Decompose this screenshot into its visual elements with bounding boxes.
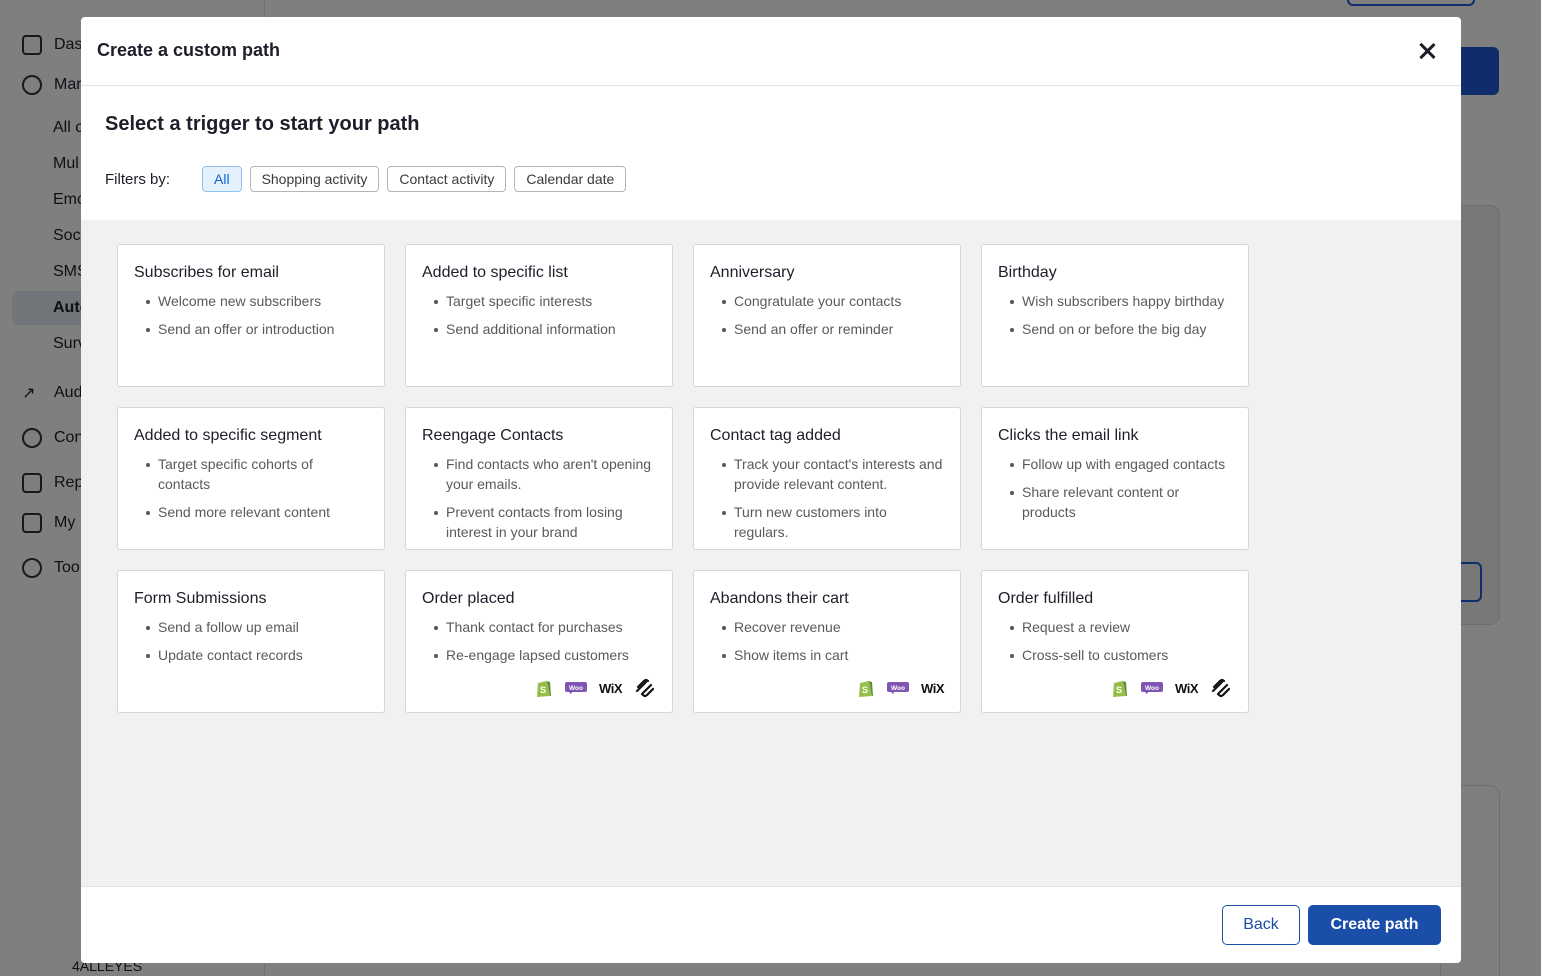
modal-footer: Back Create path — [81, 886, 1461, 963]
trigger-card-bullet: Turn new customers into regulars. — [710, 502, 944, 542]
trigger-card-bullet: Congratulate your contacts — [710, 291, 944, 311]
trigger-card-bullet: Target specific cohorts of contacts — [134, 454, 368, 494]
woo-text: Woo — [569, 685, 583, 692]
back-button[interactable]: Back — [1222, 905, 1300, 945]
trigger-subheading: Select a trigger to start your path — [105, 113, 420, 135]
trigger-card-bullet: Thank contact for purchases — [422, 617, 656, 637]
trigger-card-title: Birthday — [998, 264, 1057, 281]
trigger-card-bullets: Welcome new subscribers Send an offer or … — [134, 291, 368, 339]
trigger-card-bullets: Find contacts who aren't opening your em… — [422, 454, 656, 542]
wix-text: WiX — [1175, 680, 1198, 696]
wix-icon: WiX — [599, 678, 622, 698]
woo-icon: Woo — [1141, 678, 1164, 698]
trigger-card-title: Form Submissions — [134, 590, 267, 607]
trigger-card-bullet: Follow up with engaged contacts — [998, 454, 1232, 474]
wix-icon: WiX — [921, 678, 944, 698]
trigger-card-bullet: Re-engage lapsed customers — [422, 645, 656, 665]
svg-text:S: S — [1116, 685, 1122, 695]
trigger-card-bullet: Find contacts who aren't opening your em… — [422, 454, 656, 494]
trigger-card-bullets: Wish subscribers happy birthday Send on o… — [998, 291, 1232, 339]
trigger-card-bullet: Send an offer or reminder — [710, 319, 944, 339]
svg-text:S: S — [862, 685, 868, 695]
trigger-card-bullet: Send additional information — [422, 319, 656, 339]
filter-chip-all[interactable]: All — [202, 166, 242, 192]
create-path-button[interactable]: Create path — [1308, 905, 1441, 945]
filter-chip-calendar-date[interactable]: Calendar date — [514, 166, 627, 192]
shopify-icon: S — [1111, 678, 1129, 698]
trigger-card-title: Abandons their cart — [710, 590, 849, 607]
trigger-card-title: Order fulfilled — [998, 590, 1094, 607]
trigger-card-bullets: Target specific cohorts of contacts Send … — [134, 454, 368, 522]
trigger-card-bullet: Send more relevant content — [134, 502, 368, 522]
trigger-card-bullet: Request a review — [998, 617, 1232, 637]
trigger-card-added-to-specific-list[interactable]: Added to specific list Target specific in… — [405, 244, 673, 387]
trigger-card-order-fulfilled[interactable]: Order fulfilled Request a review Cross-sel… — [981, 570, 1249, 713]
wix-text: WiX — [921, 680, 944, 696]
trigger-card-bullet: Show items in cart — [710, 645, 944, 665]
trigger-card-bullets: Thank contact for purchases Re-engage lap… — [422, 617, 656, 665]
woo-text: Woo — [1145, 685, 1159, 692]
trigger-grid-area: Subscribes for email Welcome new subscrib… — [81, 220, 1461, 886]
filter-chip-shopping-activity[interactable]: Shopping activity — [249, 166, 380, 192]
trigger-card-anniversary[interactable]: Anniversary Congratulate your contacts Sen… — [693, 244, 961, 387]
trigger-card-title: Contact tag added — [710, 427, 841, 444]
custom-path-modal: Create a custom path Select a trigger to… — [81, 17, 1461, 963]
trigger-card-bullet: Cross-sell to customers — [998, 645, 1232, 665]
trigger-card-title: Reengage Contacts — [422, 427, 564, 444]
trigger-card-added-to-specific-segment[interactable]: Added to specific segment Target specific… — [117, 407, 385, 550]
trigger-card-bullet: Send a follow up email — [134, 617, 368, 637]
trigger-card-bullet: Target specific interests — [422, 291, 656, 311]
woo-icon: Woo — [565, 678, 588, 698]
trigger-card-bullets: Recover revenue Show items in cart — [710, 617, 944, 665]
trigger-card-abandons-their-cart[interactable]: Abandons their cart Recover revenue Show i… — [693, 570, 961, 713]
trigger-card-title: Added to specific list — [422, 264, 568, 281]
woo-text: Woo — [891, 685, 905, 692]
trigger-card-birthday[interactable]: Birthday Wish subscribers happy birthday S… — [981, 244, 1249, 387]
trigger-card-form-submissions[interactable]: Form Submissions Send a follow up email Up… — [117, 570, 385, 713]
trigger-card-bullet: Prevent contacts from losing interest in… — [422, 502, 656, 542]
wix-text: WiX — [599, 680, 622, 696]
trigger-card-bullet: Send on or before the big day — [998, 319, 1232, 339]
squarespace-icon — [634, 678, 656, 698]
trigger-card-bullet: Recover revenue — [710, 617, 944, 637]
shopify-icon: S — [857, 678, 875, 698]
filter-chip-contact-activity[interactable]: Contact activity — [387, 166, 507, 192]
squarespace-icon — [1210, 678, 1232, 698]
trigger-card-bullet: Track your contact's interests and provi… — [710, 454, 944, 494]
trigger-card-bullets: Send a follow up email Update contact rec… — [134, 617, 368, 665]
trigger-card-subscribes-for-email[interactable]: Subscribes for email Welcome new subscrib… — [117, 244, 385, 387]
trigger-card-title: Order placed — [422, 590, 515, 607]
trigger-card-bullets: Track your contact's interests and provi… — [710, 454, 944, 542]
trigger-card-clicks-the-email-link[interactable]: Clicks the email link Follow up with enga… — [981, 407, 1249, 550]
integration-icons: S Woo WiX — [535, 678, 656, 698]
shopify-icon: S — [535, 678, 553, 698]
trigger-grid: Subscribes for email Welcome new subscrib… — [117, 244, 1249, 713]
trigger-card-bullets: Follow up with engaged contacts Share rel… — [998, 454, 1232, 522]
wix-icon: WiX — [1175, 678, 1198, 698]
trigger-card-reengage-contacts[interactable]: Reengage Contacts Find contacts who aren'… — [405, 407, 673, 550]
trigger-card-bullets: Congratulate your contacts Send an offer … — [710, 291, 944, 339]
trigger-card-bullet: Wish subscribers happy birthday — [998, 291, 1232, 311]
integration-icons: S Woo WiX — [1111, 678, 1232, 698]
modal-header: Create a custom path — [81, 17, 1461, 86]
trigger-card-title: Subscribes for email — [134, 264, 279, 281]
trigger-card-bullet: Share relevant content or products — [998, 482, 1232, 522]
svg-text:S: S — [540, 685, 546, 695]
woo-icon: Woo — [887, 678, 910, 698]
filters-label: Filters by: — [105, 171, 171, 188]
trigger-card-title: Anniversary — [710, 264, 795, 281]
trigger-card-order-placed[interactable]: Order placed Thank contact for purchases R… — [405, 570, 673, 713]
trigger-card-title: Clicks the email link — [998, 427, 1139, 444]
trigger-card-title: Added to specific segment — [134, 427, 322, 444]
trigger-card-bullets: Request a review Cross-sell to customers — [998, 617, 1232, 665]
trigger-card-bullet: Send an offer or introduction — [134, 319, 368, 339]
filter-chips: All Shopping activity Contact activity C… — [202, 166, 627, 192]
trigger-card-bullet: Update contact records — [134, 645, 368, 665]
trigger-card-bullet: Welcome new subscribers — [134, 291, 368, 311]
trigger-card-contact-tag-added[interactable]: Contact tag added Track your contact's in… — [693, 407, 961, 550]
integration-icons: S Woo WiX — [857, 678, 944, 698]
modal-title: Create a custom path — [97, 40, 281, 60]
close-icon[interactable] — [1415, 39, 1439, 63]
trigger-card-bullets: Target specific interests Send additional… — [422, 291, 656, 339]
